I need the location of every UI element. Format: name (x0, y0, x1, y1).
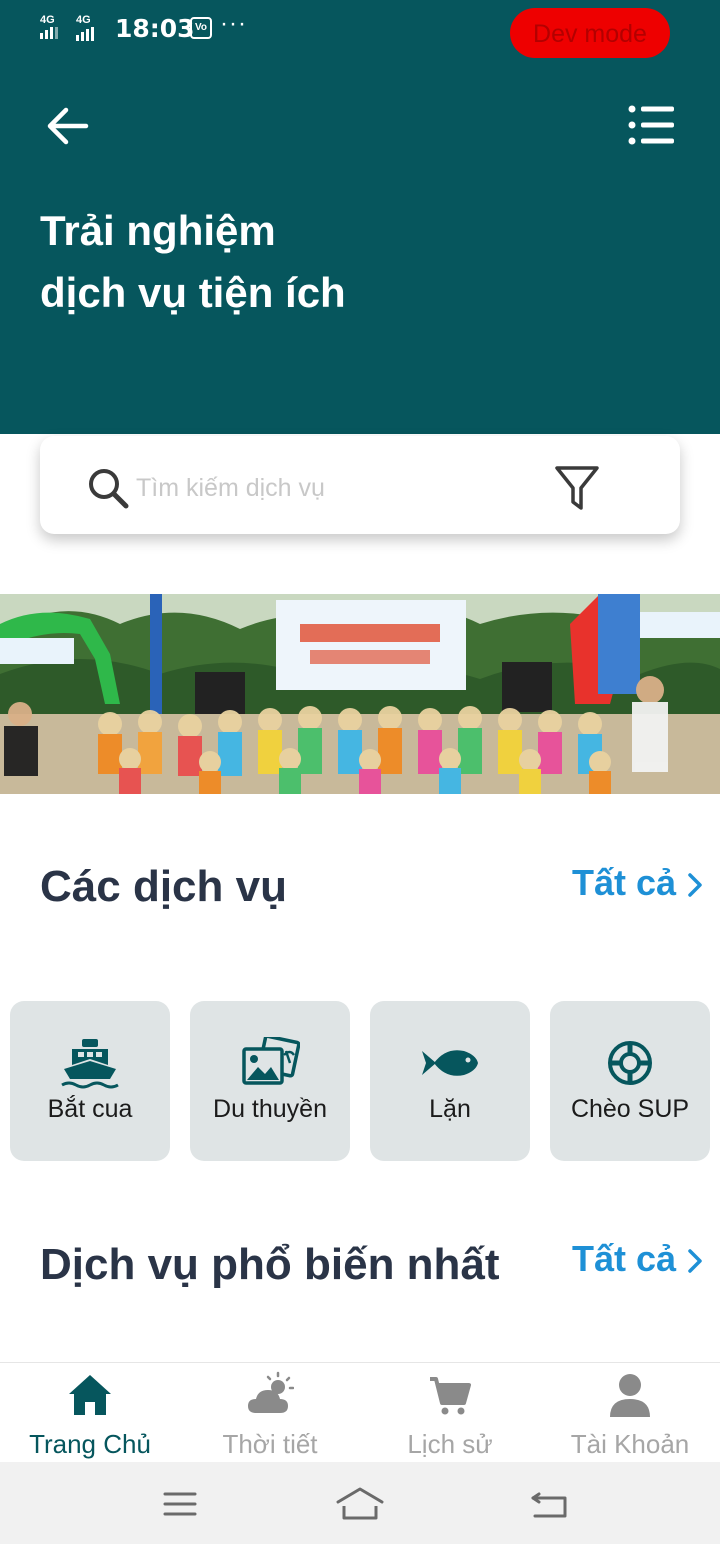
filter-icon[interactable] (554, 464, 600, 514)
page-title: Trải nghiệm dịch vụ tiện ích (40, 200, 640, 324)
page-title-line-2: dịch vụ tiện ích (40, 269, 346, 316)
fish-icon (422, 1050, 478, 1076)
network-type-label: 4G (76, 14, 91, 26)
service-label: Du thuyền (213, 1095, 327, 1123)
bottom-navigation: Trang Chủ Thời tiết Lịch sử Tài Khoản (0, 1362, 720, 1462)
service-label: Lặn (429, 1095, 471, 1123)
service-card-lan[interactable]: Lặn (370, 1001, 530, 1161)
back-button-icon[interactable] (525, 1484, 575, 1524)
nav-label: Trang Chủ (29, 1429, 151, 1459)
service-card-du-thuyen[interactable]: Du thuyền (190, 1001, 350, 1161)
service-card-bat-cua[interactable]: Bắt cua (10, 1001, 170, 1161)
recent-apps-icon[interactable] (155, 1484, 205, 1524)
ship-icon (61, 1039, 119, 1089)
nav-label: Thời tiết (222, 1429, 318, 1459)
network-type-label: 4G (40, 14, 55, 26)
list-menu-icon[interactable] (624, 100, 678, 150)
search-bar (40, 436, 680, 534)
nav-label: Lịch sử (407, 1429, 493, 1459)
nav-home[interactable]: Trang Chủ (0, 1363, 180, 1463)
signal-bars-icon (76, 27, 96, 41)
services-section-title: Các dịch vụ (40, 862, 287, 911)
nav-account[interactable]: Tài Khoản (540, 1363, 720, 1463)
user-icon (610, 1374, 650, 1417)
popular-section-title: Dịch vụ phổ biến nhất (40, 1240, 500, 1289)
nav-history[interactable]: Lịch sử (360, 1363, 540, 1463)
search-icon (89, 469, 129, 509)
system-navigation-bar (0, 1462, 720, 1544)
see-all-label: Tất cả (572, 862, 677, 903)
weather-icon (248, 1371, 294, 1413)
home-icon (69, 1375, 111, 1415)
see-all-label: Tất cả (572, 1238, 677, 1279)
cart-icon (430, 1377, 471, 1415)
nav-label: Tài Khoản (570, 1429, 690, 1459)
more-notifications-icon: ··· (220, 10, 247, 37)
home-button-icon[interactable] (335, 1484, 385, 1524)
photos-icon (242, 1037, 300, 1085)
service-label: Chèo SUP (570, 1095, 690, 1123)
service-label: Bắt cua (47, 1095, 133, 1123)
lifebuoy-icon (608, 1041, 652, 1085)
signal-4g-2: 4G (76, 14, 96, 41)
back-arrow-icon[interactable] (42, 100, 94, 152)
signal-bars-icon (40, 27, 60, 39)
volte-icon: Vo (190, 17, 212, 39)
status-bar: 4G 4G 18:03 Vo ··· Dev mode (0, 0, 720, 60)
chevron-right-icon (688, 1249, 702, 1274)
service-card-cheo-sup[interactable]: Chèo SUP (550, 1001, 710, 1161)
search-input[interactable] (136, 466, 536, 510)
popular-see-all-link[interactable]: Tất cả (572, 1238, 704, 1280)
clock: 18:03 (115, 14, 195, 43)
signal-4g-1: 4G (40, 14, 60, 39)
promo-banner-image[interactable] (0, 594, 720, 794)
dev-mode-badge[interactable]: Dev mode (510, 8, 670, 58)
app-header: 4G 4G 18:03 Vo ··· Dev mode Trải nghiệm … (0, 0, 720, 434)
nav-weather[interactable]: Thời tiết (180, 1363, 360, 1463)
services-see-all-link[interactable]: Tất cả (572, 862, 704, 904)
page-title-line-1: Trải nghiệm (40, 207, 276, 254)
chevron-right-icon (688, 873, 702, 898)
